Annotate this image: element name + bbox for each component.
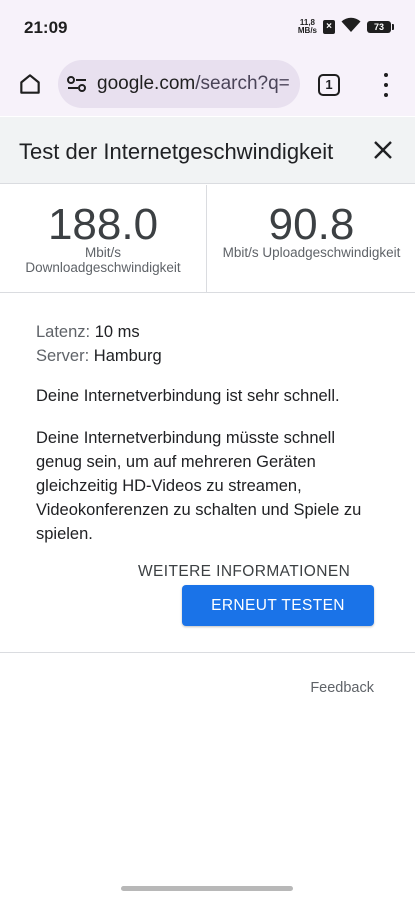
url-domain: google.com: [97, 73, 196, 94]
net-speed-unit: MB/s: [297, 26, 317, 35]
status-icons: 11,8 MB/s × 73: [298, 17, 394, 38]
divider: [0, 652, 415, 653]
retest-button[interactable]: ERNEUT TESTEN: [182, 585, 374, 626]
browser-toolbar: google.com/search?q= 1: [0, 52, 415, 116]
home-icon: [20, 74, 40, 94]
more-vert-icon[interactable]: [374, 70, 398, 100]
status-bar: 21:09 11,8 MB/s × 73: [0, 0, 415, 52]
url-text[interactable]: google.com/search?q=: [97, 73, 290, 95]
download-unit-line2: Downloadgeschwindigkeit: [25, 260, 181, 275]
sim-x-icon: ×: [323, 20, 335, 34]
upload-unit: Mbit/s Uploadgeschwindigkeit: [222, 245, 401, 260]
latency-value: 10 ms: [94, 323, 140, 341]
close-button[interactable]: [370, 137, 396, 163]
upload-value: 90.8: [268, 200, 355, 249]
upload-result: 90.8 Mbit/s Uploadgeschwindigkeit: [208, 185, 415, 292]
speed-results: 188.0 Mbit/s Downloadgeschwindigkeit 90.…: [0, 185, 415, 293]
server-value: Hamburg: [93, 347, 162, 365]
status-time: 21:09: [24, 18, 68, 37]
download-value: 188.0: [47, 200, 159, 249]
latency-row: Latenz: 10 ms: [36, 320, 386, 344]
download-unit-line1: Mbit/s: [84, 245, 121, 260]
latency-label: Latenz:: [36, 323, 91, 341]
speed-explanation: Deine Internetverbindung müsste schnell …: [36, 429, 362, 543]
speed-test-title: Test der Internetgeschwindigkeit: [19, 139, 334, 164]
url-path: /search?q=: [195, 73, 290, 94]
more-info-link[interactable]: WEITERE INFORMATIONEN: [138, 563, 350, 581]
speed-verdict: Deine Internetverbindung ist sehr schnel…: [36, 387, 340, 405]
battery-icon: 73: [367, 21, 394, 33]
server-row: Server: Hamburg: [36, 344, 386, 368]
tab-count: 1: [325, 77, 333, 92]
tabs-button[interactable]: 1: [318, 74, 340, 96]
server-label: Server:: [36, 347, 90, 365]
feedback-link[interactable]: Feedback: [310, 680, 374, 696]
gesture-bar[interactable]: [121, 886, 293, 891]
battery-level: 73: [373, 22, 384, 32]
wifi-icon: [341, 17, 361, 38]
close-icon: [374, 141, 392, 159]
net-speed-indicator: 11,8 MB/s: [298, 19, 317, 35]
speed-details: Latenz: 10 ms Server: Hamburg Deine Inte…: [36, 320, 386, 543]
tune-icon[interactable]: [66, 73, 88, 95]
speed-test-header: Test der Internetgeschwindigkeit: [0, 117, 415, 184]
address-bar[interactable]: google.com/search?q=: [58, 60, 300, 108]
home-button[interactable]: [14, 66, 46, 102]
download-result: 188.0 Mbit/s Downloadgeschwindigkeit: [0, 185, 207, 292]
download-unit: Mbit/s Downloadgeschwindigkeit: [0, 245, 206, 275]
